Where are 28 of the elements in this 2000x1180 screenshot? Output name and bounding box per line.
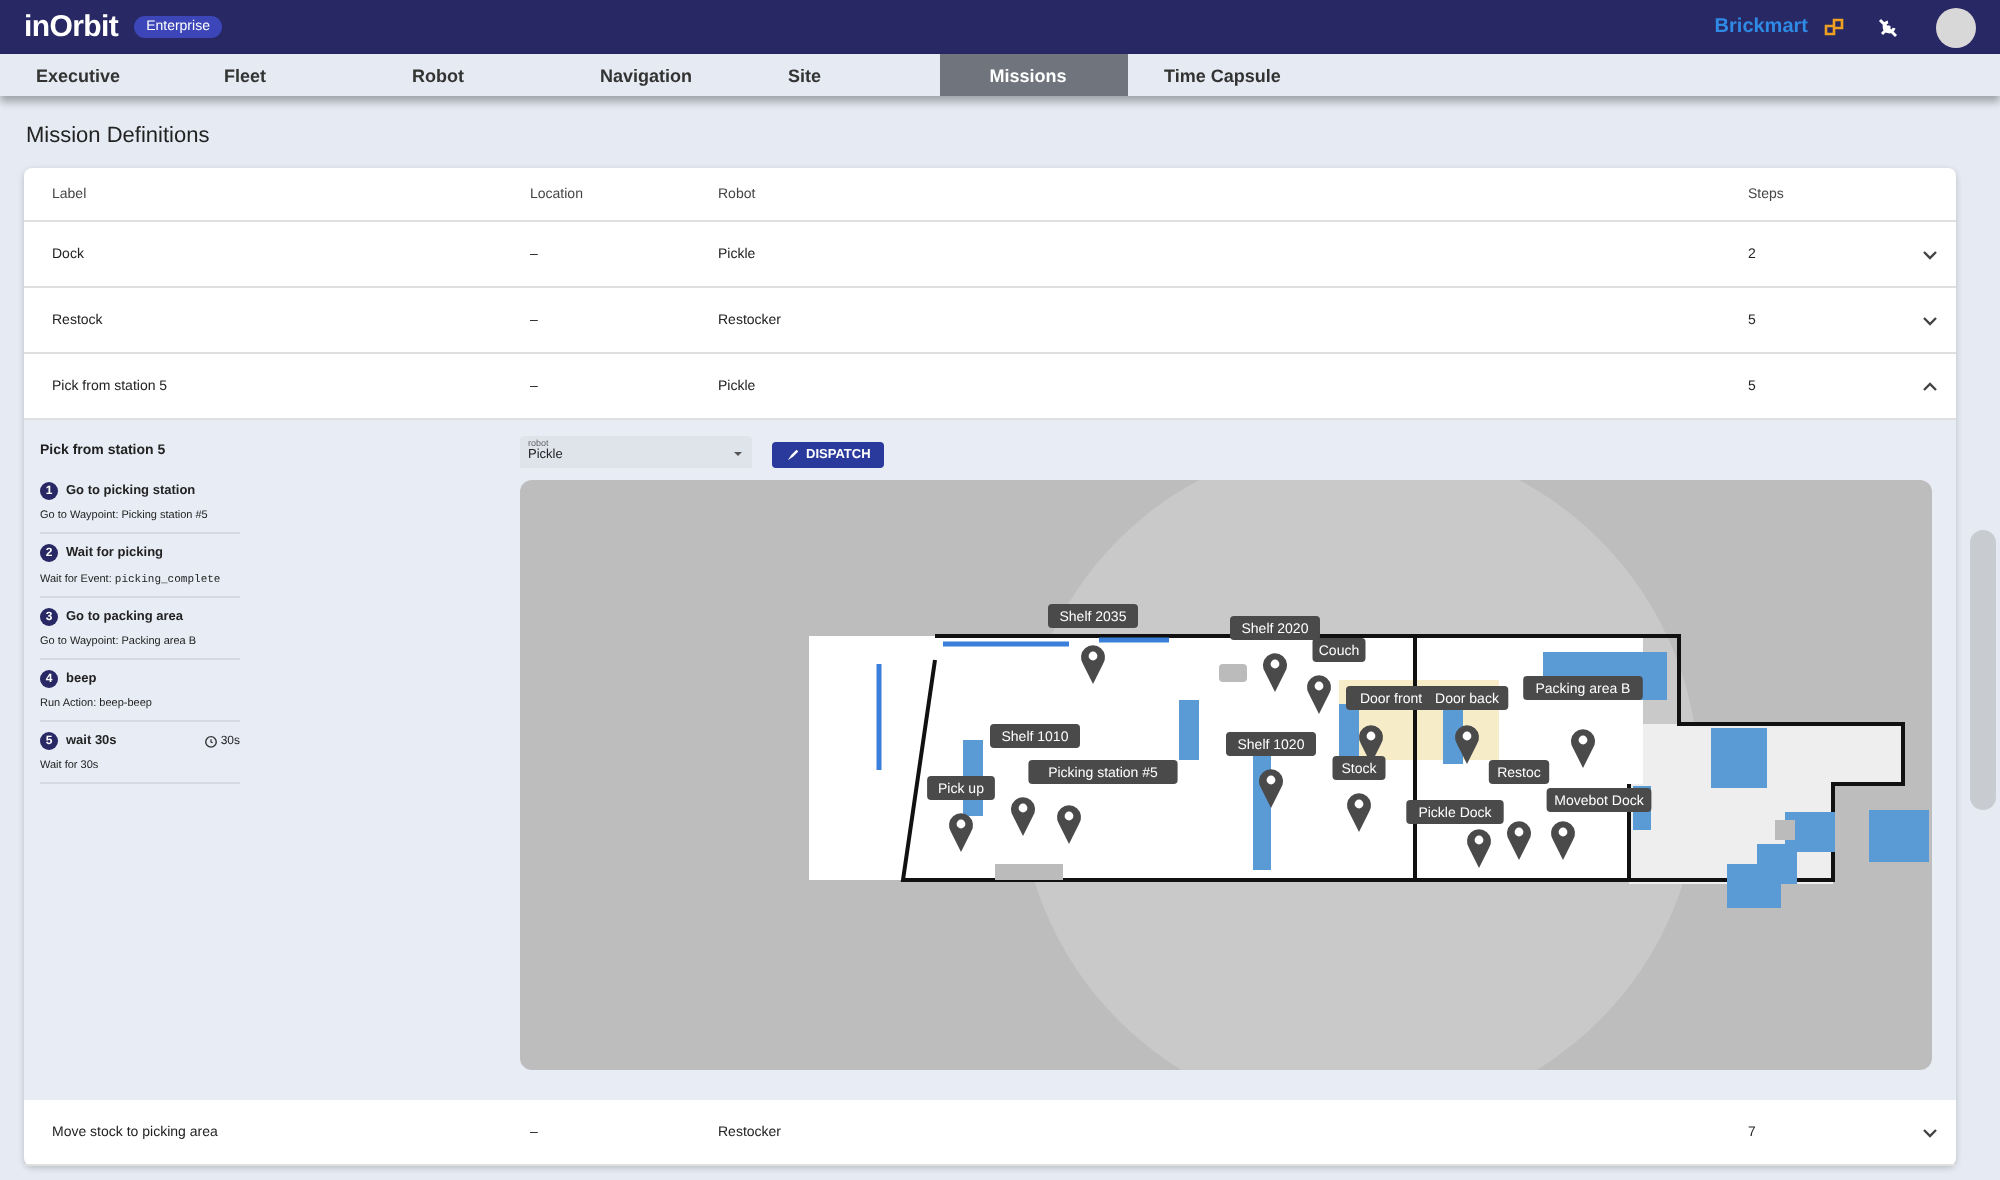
logo: inOrbit <box>24 10 119 44</box>
nav-tab[interactable]: Missions <box>940 54 1128 96</box>
location-pin-icon[interactable] <box>1507 821 1531 860</box>
nav-tab[interactable]: Executive <box>0 54 188 96</box>
timer-icon <box>204 734 219 748</box>
user-avatar[interactable] <box>1936 7 1976 47</box>
location-pin-icon[interactable] <box>1307 675 1331 714</box>
location-pin-icon[interactable] <box>1347 793 1371 832</box>
location-pin-icon[interactable] <box>1259 769 1283 808</box>
dropdown-arrow-icon[interactable] <box>732 448 744 460</box>
building-blocks-icon <box>1824 17 1844 37</box>
location-pin-icon[interactable] <box>1081 645 1105 684</box>
nav-tab[interactable]: Site <box>752 54 940 96</box>
location-pin-icon[interactable] <box>1551 821 1575 860</box>
nav-tab[interactable]: Time Capsule <box>1128 54 1316 96</box>
location-pin-icon[interactable] <box>1467 829 1491 868</box>
location-pin-icon[interactable] <box>1571 729 1595 768</box>
scrollbar[interactable] <box>1970 530 1996 810</box>
location-pin-icon[interactable] <box>1263 653 1287 692</box>
nav-tab[interactable]: Fleet <box>188 54 376 96</box>
nav-tab[interactable]: Navigation <box>564 54 752 96</box>
nav-tab[interactable]: Robot <box>376 54 564 96</box>
location-pin-icon[interactable] <box>949 813 973 852</box>
page-title: Mission Definitions <box>26 124 212 148</box>
location-pin-icon[interactable] <box>1455 725 1479 764</box>
customer-logo: Brickmart <box>1714 16 1808 38</box>
location-pin-icon[interactable] <box>1057 805 1081 844</box>
location-pin-icon[interactable] <box>1011 797 1035 836</box>
